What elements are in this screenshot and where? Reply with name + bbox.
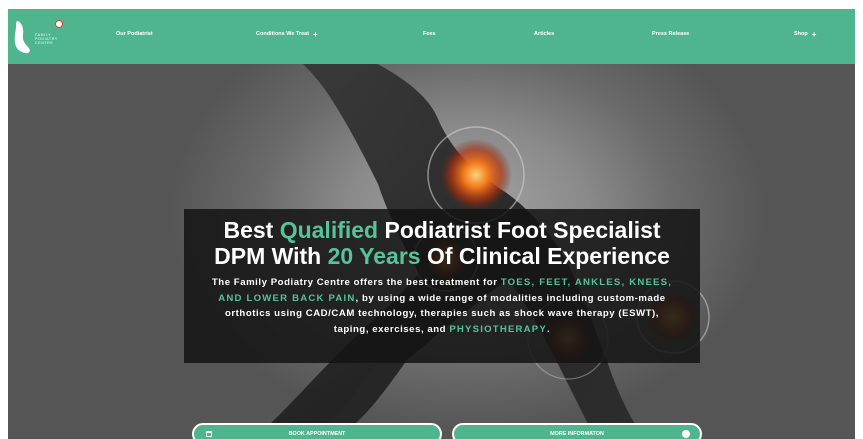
calendar-icon: [206, 431, 212, 437]
description-text: The Family Podiatry Centre offers the be…: [211, 277, 501, 288]
nav-press-release[interactable]: Press Release: [652, 31, 689, 37]
headline-text: DPM With: [214, 243, 328, 269]
info-icon: [682, 430, 690, 438]
brand-line-3: Centre: [35, 41, 54, 46]
nav-label: Press Release: [652, 31, 690, 37]
nav-label: Our Podiatrist: [116, 31, 153, 37]
foot-logo-icon: [14, 21, 30, 54]
book-appointment-button[interactable]: BOOK APPOINTMENT: [192, 423, 442, 439]
heart-badge-icon: [55, 20, 63, 28]
top-navigation: Family Podiatry Centre Our Podiatrist Co…: [8, 9, 855, 64]
brand-name: Family Podiatry Centre: [35, 33, 58, 46]
headline-text: Best: [223, 217, 280, 243]
nav-conditions-we-treat[interactable]: Conditions We Treat +: [256, 29, 318, 39]
nav-label: Shop: [794, 31, 808, 37]
nav-shop[interactable]: Shop +: [794, 29, 817, 39]
hero-description: The Family Podiatry Centre offers the be…: [208, 275, 676, 337]
headline-accent: Qualified: [279, 217, 379, 243]
headline-line-2: DPM With 20 Years Of Clinical Experience: [184, 243, 700, 269]
headline-text: Podiatrist Foot Specialist: [378, 217, 661, 243]
headline-line-1: Best Qualified Podiatrist Foot Specialis…: [184, 217, 700, 243]
page-frame: Family Podiatry Centre Our Podiatrist Co…: [8, 9, 855, 439]
book-appointment-label: BOOK APPOINTMENT: [288, 431, 346, 437]
nav-articles[interactable]: Articles: [534, 31, 554, 37]
hero-headline: Best Qualified Podiatrist Foot Specialis…: [184, 217, 700, 269]
nav-our-podiatrist[interactable]: Our Podiatrist: [116, 31, 153, 37]
headline-accent: 20 Years: [327, 243, 421, 269]
hero-text-panel: Best Qualified Podiatrist Foot Specialis…: [184, 209, 700, 363]
headline-text: Of Clinical Experience: [420, 243, 670, 269]
more-information-label: MORE INFORMATON: [550, 431, 604, 437]
nav-label: Fees: [423, 31, 436, 37]
nav-label: Conditions We Treat: [256, 31, 310, 37]
more-information-button[interactable]: MORE INFORMATON: [452, 423, 702, 439]
brand-logo[interactable]: Family Podiatry Centre: [12, 17, 68, 57]
plus-icon: +: [313, 29, 318, 39]
nav-fees[interactable]: Fees: [423, 31, 436, 37]
description-text: .: [547, 323, 551, 335]
plus-icon: +: [811, 29, 817, 39]
description-accent: PHYSIOTHERAPY: [449, 323, 548, 335]
nav-label: Articles: [534, 31, 555, 37]
